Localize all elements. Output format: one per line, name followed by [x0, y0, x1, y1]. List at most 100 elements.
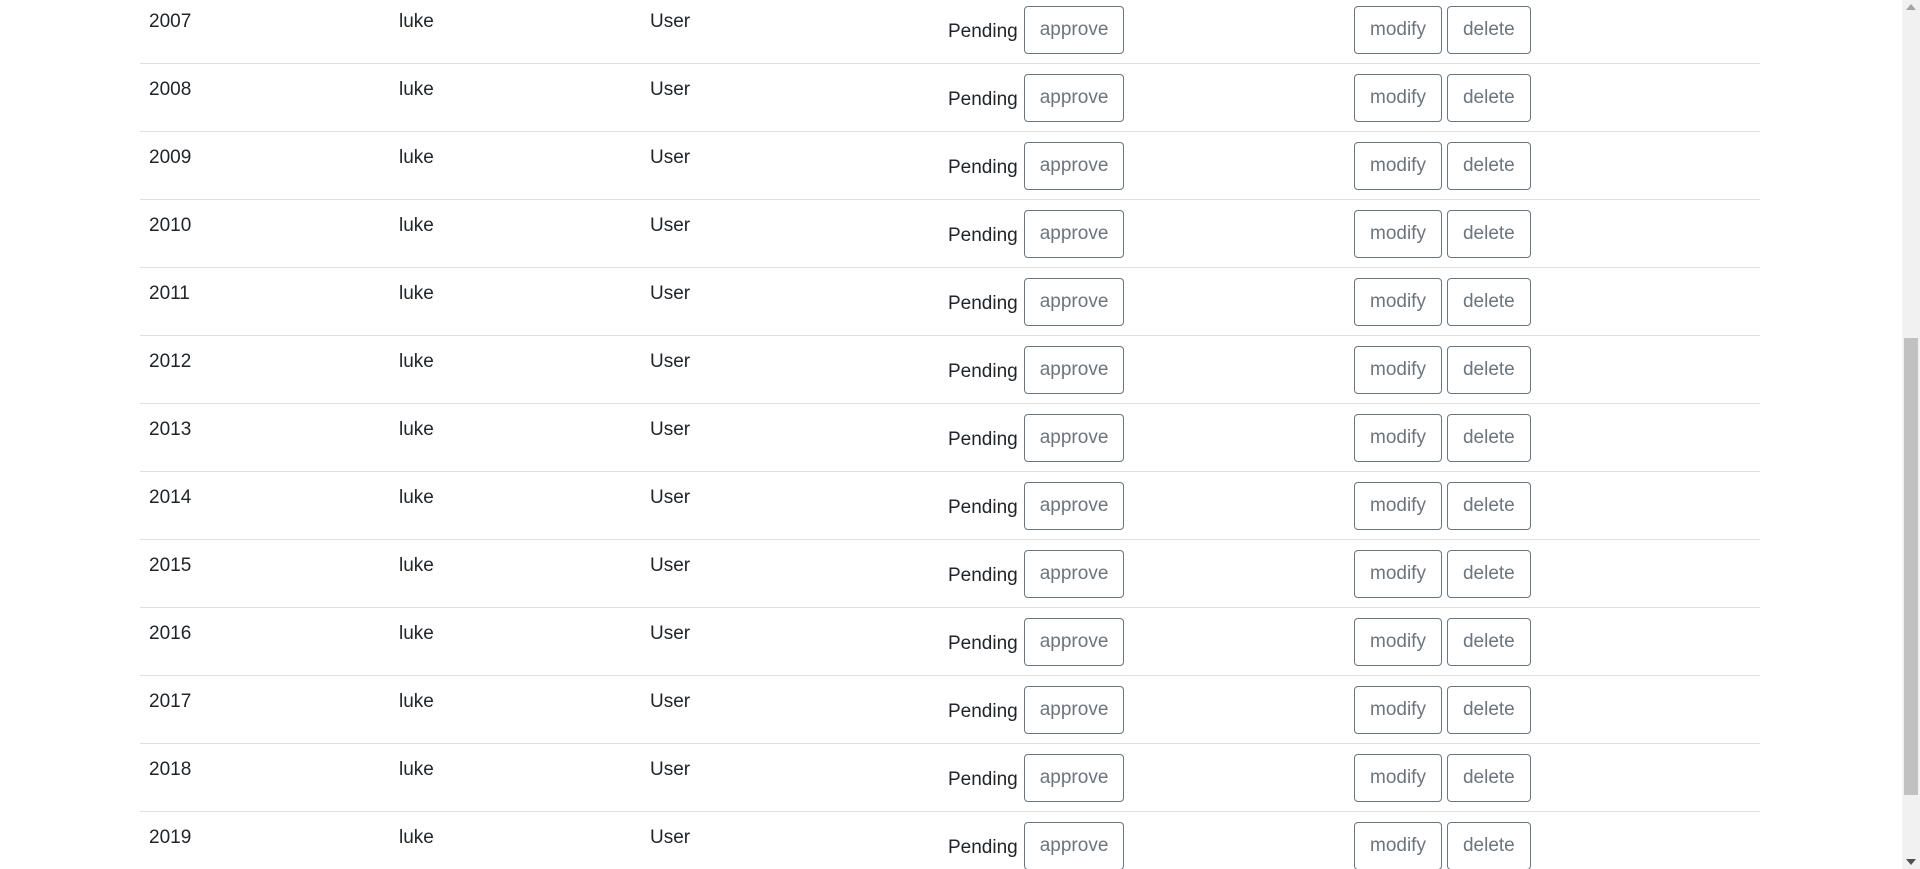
table-row: 2017 luke User Pending approve modify de…: [140, 676, 1760, 744]
actions-cell: modify delete: [1354, 754, 1531, 802]
delete-button[interactable]: delete: [1446, 618, 1531, 666]
user-id-cell: 2015: [149, 555, 192, 576]
delete-button[interactable]: delete: [1446, 754, 1531, 802]
actions-cell: modify delete: [1354, 550, 1531, 598]
actions-cell: modify delete: [1354, 210, 1531, 258]
delete-button[interactable]: delete: [1446, 142, 1531, 190]
user-id-cell: 2016: [149, 623, 192, 644]
user-name-cell: luke: [399, 283, 434, 304]
table-row: 2007 luke User Pending approve modify de…: [140, 0, 1760, 64]
user-role-cell: User: [650, 79, 691, 100]
table-row: 2018 luke User Pending approve modify de…: [140, 744, 1760, 812]
approve-button[interactable]: approve: [1023, 74, 1125, 122]
status-text: Pending: [948, 157, 1018, 178]
approve-button[interactable]: approve: [1023, 210, 1125, 258]
user-id-cell: 2014: [149, 487, 192, 508]
actions-cell: modify delete: [1354, 618, 1531, 666]
modify-button[interactable]: modify: [1354, 74, 1442, 122]
delete-button[interactable]: delete: [1446, 482, 1531, 530]
status-cell: Pending approve: [948, 6, 1125, 54]
user-name-cell: luke: [399, 555, 434, 576]
user-role-cell: User: [650, 759, 691, 780]
delete-button[interactable]: delete: [1446, 414, 1531, 462]
status-text: Pending: [948, 21, 1018, 42]
modify-button[interactable]: modify: [1354, 618, 1442, 666]
status-text: Pending: [948, 633, 1018, 654]
status-text: Pending: [948, 429, 1018, 450]
scroll-down-arrow-icon[interactable]: [1906, 859, 1916, 865]
modify-button[interactable]: modify: [1354, 278, 1442, 326]
modify-button[interactable]: modify: [1354, 754, 1442, 802]
approve-button[interactable]: approve: [1023, 346, 1125, 394]
status-cell: Pending approve: [948, 142, 1125, 190]
delete-button[interactable]: delete: [1446, 550, 1531, 598]
approve-button[interactable]: approve: [1023, 822, 1125, 869]
table-row: 2013 luke User Pending approve modify de…: [140, 404, 1760, 472]
user-name-cell: luke: [399, 11, 434, 32]
users-table: 2007 luke User Pending approve modify de…: [140, 0, 1760, 869]
delete-button[interactable]: delete: [1446, 210, 1531, 258]
modify-button[interactable]: modify: [1354, 6, 1442, 54]
status-text: Pending: [948, 701, 1018, 722]
user-role-cell: User: [650, 623, 691, 644]
user-id-cell: 2012: [149, 351, 192, 372]
user-role-cell: User: [650, 215, 691, 236]
table-row: 2014 luke User Pending approve modify de…: [140, 472, 1760, 540]
modify-button[interactable]: modify: [1354, 210, 1442, 258]
user-id-cell: 2017: [149, 691, 192, 712]
approve-button[interactable]: approve: [1023, 278, 1125, 326]
status-cell: Pending approve: [948, 414, 1125, 462]
delete-button[interactable]: delete: [1446, 6, 1531, 54]
approve-button[interactable]: approve: [1023, 550, 1125, 598]
user-name-cell: luke: [399, 215, 434, 236]
vertical-scrollbar[interactable]: [1902, 0, 1920, 869]
user-name-cell: luke: [399, 351, 434, 372]
user-id-cell: 2011: [149, 283, 190, 304]
modify-button[interactable]: modify: [1354, 686, 1442, 734]
status-cell: Pending approve: [948, 74, 1125, 122]
scroll-up-arrow-icon[interactable]: [1906, 4, 1916, 10]
approve-button[interactable]: approve: [1023, 142, 1125, 190]
user-name-cell: luke: [399, 759, 434, 780]
modify-button[interactable]: modify: [1354, 482, 1442, 530]
user-name-cell: luke: [399, 623, 434, 644]
user-name-cell: luke: [399, 79, 434, 100]
approve-button[interactable]: approve: [1023, 618, 1125, 666]
delete-button[interactable]: delete: [1446, 278, 1531, 326]
modify-button[interactable]: modify: [1354, 414, 1442, 462]
table-row: 2015 luke User Pending approve modify de…: [140, 540, 1760, 608]
delete-button[interactable]: delete: [1446, 74, 1531, 122]
modify-button[interactable]: modify: [1354, 346, 1442, 394]
user-role-cell: User: [650, 555, 691, 576]
delete-button[interactable]: delete: [1446, 822, 1531, 869]
user-role-cell: User: [650, 351, 691, 372]
delete-button[interactable]: delete: [1446, 346, 1531, 394]
scrollbar-thumb[interactable]: [1904, 338, 1918, 795]
approve-button[interactable]: approve: [1023, 686, 1125, 734]
user-name-cell: luke: [399, 147, 434, 168]
approve-button[interactable]: approve: [1023, 482, 1125, 530]
user-id-cell: 2009: [149, 147, 192, 168]
approve-button[interactable]: approve: [1023, 754, 1125, 802]
user-id-cell: 2008: [149, 79, 192, 100]
approve-button[interactable]: approve: [1023, 414, 1125, 462]
status-text: Pending: [948, 89, 1018, 110]
modify-button[interactable]: modify: [1354, 142, 1442, 190]
actions-cell: modify delete: [1354, 346, 1531, 394]
actions-cell: modify delete: [1354, 74, 1531, 122]
modify-button[interactable]: modify: [1354, 550, 1442, 598]
approve-button[interactable]: approve: [1023, 6, 1125, 54]
actions-cell: modify delete: [1354, 278, 1531, 326]
actions-cell: modify delete: [1354, 482, 1531, 530]
delete-button[interactable]: delete: [1446, 686, 1531, 734]
status-text: Pending: [948, 225, 1018, 246]
table-row: 2010 luke User Pending approve modify de…: [140, 200, 1760, 268]
user-id-cell: 2019: [149, 827, 192, 848]
table-row: 2008 luke User Pending approve modify de…: [140, 64, 1760, 132]
user-name-cell: luke: [399, 691, 434, 712]
modify-button[interactable]: modify: [1354, 822, 1442, 869]
user-role-cell: User: [650, 691, 691, 712]
table-row: 2011 luke User Pending approve modify de…: [140, 268, 1760, 336]
actions-cell: modify delete: [1354, 414, 1531, 462]
actions-cell: modify delete: [1354, 142, 1531, 190]
